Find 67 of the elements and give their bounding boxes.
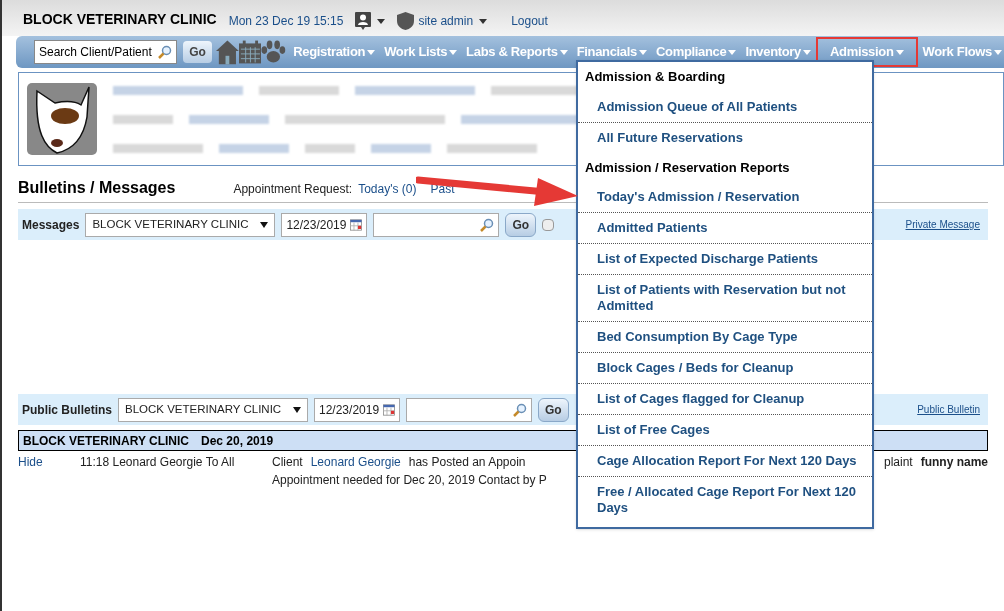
paw-icon[interactable]	[261, 40, 287, 64]
bulletin-message-end: plaint funny name	[883, 454, 988, 471]
hide-link[interactable]: Hide	[18, 453, 80, 489]
menu-item[interactable]: List of Cages flagged for Cleanup	[578, 384, 872, 415]
menu-item[interactable]: List of Expected Discharge Patients	[578, 244, 872, 275]
search-field[interactable]	[406, 397, 532, 422]
bulletin-message: Client Leonard Georgie has Posted an Appoin	[272, 454, 526, 471]
home-icon[interactable]	[215, 39, 239, 65]
search-client-field[interactable]: Search Client/Patient	[34, 40, 178, 64]
calendar-icon[interactable]	[238, 40, 262, 64]
date-time: Mon 23 Dec 19 15:15	[228, 13, 344, 30]
search-icon	[480, 217, 495, 232]
menu-item[interactable]: Today's Admission / Reservation	[578, 182, 872, 213]
bar-label: Messages	[22, 216, 80, 234]
calendar-icon	[383, 402, 395, 417]
search-field[interactable]	[373, 212, 500, 237]
caret-icon	[377, 18, 386, 24]
search-icon	[513, 402, 527, 417]
calendar-icon	[350, 217, 363, 232]
bar-link[interactable]: Public Bulletin	[917, 402, 980, 417]
go-button[interactable]: Go	[505, 212, 537, 237]
menu-item[interactable]: List of Patients with Reservation but not Admitted	[578, 275, 872, 322]
bar-link[interactable]: Private Message	[905, 217, 980, 232]
date-field[interactable]: 12/23/2019	[314, 397, 400, 422]
bar-label: Public Bulletins	[22, 401, 112, 419]
go-button[interactable]: Go	[538, 397, 569, 422]
caret-icon	[367, 49, 376, 55]
bulletin-sender: 11:18 Leonard Georgie To All	[80, 454, 236, 471]
appointment-link[interactable]: Today's (0)	[358, 180, 417, 198]
menu-section-header: Admission & Boarding	[584, 68, 727, 86]
caret-icon	[639, 49, 647, 55]
menu-item[interactable]: Admission Queue of All Patients	[578, 91, 872, 123]
go-button[interactable]: Go	[183, 41, 212, 63]
dropdown-arrow-icon	[293, 406, 301, 413]
clinic-select[interactable]: BLOCK VETERINARY CLINIC	[85, 212, 276, 237]
appointment-label: Appointment Request:	[233, 181, 353, 198]
caret-icon	[559, 49, 568, 55]
group-date: Dec 20, 2019	[201, 432, 274, 450]
menu-section-header: Admission / Reservation Reports	[584, 158, 791, 177]
menu-item[interactable]: Block Cages / Beds for Cleanup	[578, 353, 872, 384]
menu-item[interactable]: Bed Consumption By Cage Type	[578, 322, 872, 353]
logout-link[interactable]: Logout	[511, 12, 548, 30]
menu-item[interactable]: Cage Allocation Report For Next 120 Days	[578, 446, 872, 477]
clinic-name: BLOCK VETERINARY CLINIC	[23, 10, 217, 29]
group-clinic: BLOCK VETERINARY CLINIC	[23, 432, 189, 450]
caret-icon	[803, 49, 811, 55]
dog-avatar-drawing	[27, 83, 97, 155]
menu-item[interactable]: List of Free Cages	[578, 415, 872, 446]
menu-item[interactable]: Free / Allocated Cage Report For Next 120 Days	[578, 477, 872, 523]
menu-item[interactable]: Admitted Patients	[578, 213, 872, 244]
clinic-select[interactable]: BLOCK VETERINARY CLINIC	[118, 397, 308, 422]
date-field[interactable]: 12/23/2019	[281, 212, 368, 237]
caret-icon	[479, 18, 488, 24]
badge-icon	[397, 12, 415, 30]
search-icon	[158, 45, 173, 59]
caret-icon	[728, 49, 737, 55]
caret-icon	[449, 49, 458, 55]
dropdown-arrow-icon	[260, 221, 269, 228]
menu-item[interactable]: All Future Reservations	[578, 122, 872, 153]
person-icon	[355, 12, 372, 30]
caret-icon	[895, 49, 904, 55]
checkbox[interactable]	[542, 218, 555, 231]
caret-icon	[994, 49, 1002, 55]
profile-menu[interactable]	[355, 12, 386, 30]
user-menu[interactable]: site admin	[397, 12, 488, 30]
bulletin-message-line: Appointment needed for Dec 20, 2019 Contact by P	[272, 472, 548, 489]
section-title: Bulletins / Messages	[18, 178, 176, 198]
